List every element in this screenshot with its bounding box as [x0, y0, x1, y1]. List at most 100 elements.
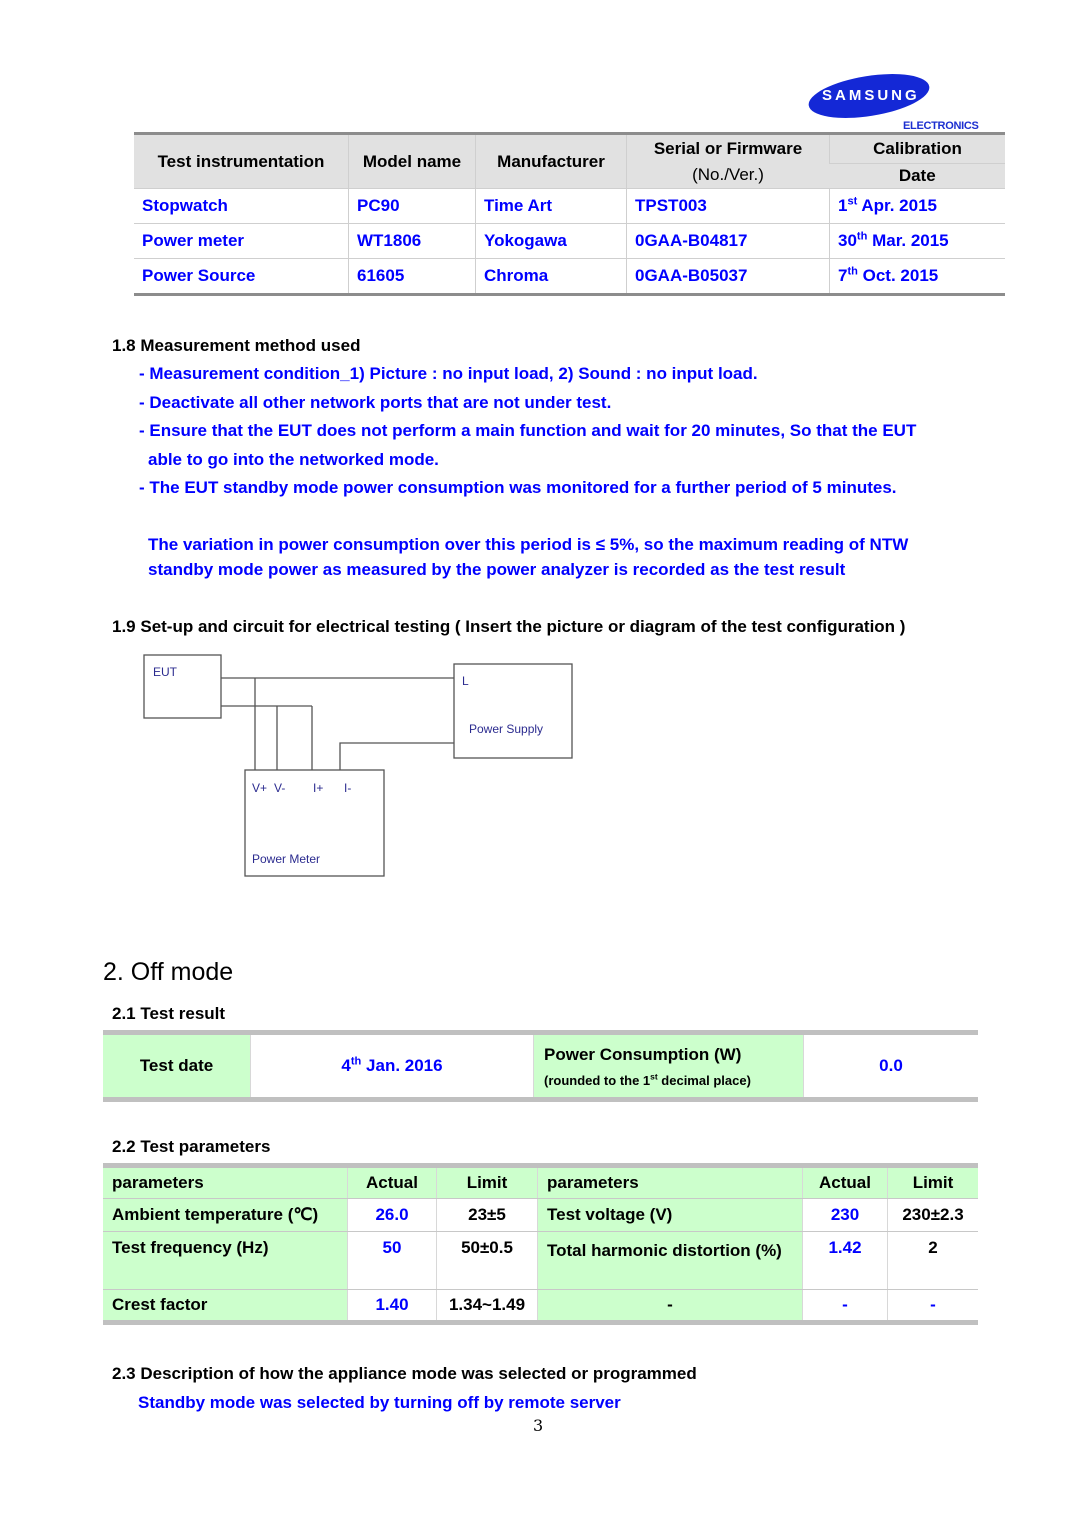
- power-consumption-value: 0.0: [803, 1032, 978, 1100]
- terminal-v-minus: V-: [274, 781, 285, 795]
- instrument-header-row: Test instrumentation Model name Manufact…: [134, 133, 1005, 189]
- param-limit: 230±2.3: [887, 1198, 978, 1232]
- header-manufacturer: Manufacturer: [475, 133, 627, 189]
- method-bullet: - Measurement condition_1) Picture : no …: [139, 364, 758, 383]
- power-meter-label: Power Meter: [252, 852, 320, 866]
- param-limit: 23±5: [436, 1198, 538, 1232]
- param-actual: -: [802, 1289, 888, 1323]
- cal-rest: Apr. 2015: [857, 196, 937, 215]
- section-2-2-heading: 2.2 Test parameters: [112, 1137, 271, 1156]
- test-parameters-table: parameters Actual Limit parameters Actua…: [103, 1163, 978, 1325]
- cal-suffix: st: [847, 195, 858, 208]
- cal-suffix: th: [847, 265, 858, 278]
- table-row: Power Source 61605 Chroma 0GAA-B05037 7t…: [134, 258, 1005, 295]
- param-actual: 230: [802, 1198, 888, 1232]
- rounding-note-sup: st: [650, 1071, 658, 1082]
- cell-calibration-date: 7th Oct. 2015: [829, 258, 1005, 295]
- cell-manufacturer: Chroma: [475, 258, 627, 295]
- params-header-row: parameters Actual Limit parameters Actua…: [103, 1165, 978, 1199]
- param-name: Test voltage (V): [537, 1198, 803, 1232]
- terminal-i-minus: I-: [344, 781, 351, 795]
- power-supply-label: Power Supply: [469, 722, 543, 736]
- table-row: Test frequency (Hz) 50 50±0.5 Total harm…: [103, 1231, 978, 1290]
- logo-subtitle: ELECTRONICS: [903, 120, 979, 132]
- rounding-note: (rounded to the 1st decimal place): [544, 1071, 802, 1088]
- test-date-label: Test date: [103, 1032, 251, 1100]
- param-name: -: [537, 1289, 803, 1323]
- header-limit: Limit: [887, 1165, 978, 1199]
- param-limit: 1.34~1.49: [436, 1289, 538, 1323]
- cal-day: 30: [838, 231, 857, 250]
- header-calibration: Calibration: [829, 133, 1005, 164]
- section-2-3-heading: 2.3 Description of how the appliance mod…: [112, 1364, 697, 1383]
- section-1-9-heading: 1.9 Set-up and circuit for electrical te…: [112, 617, 906, 636]
- eut-label: EUT: [153, 665, 178, 679]
- cell-model: PC90: [348, 188, 476, 224]
- header-serial-line2: (No./Ver.): [692, 164, 764, 184]
- cell-model: WT1806: [348, 223, 476, 259]
- param-limit: 2: [887, 1231, 978, 1290]
- header-serial: Serial or Firmware (No./Ver.): [626, 133, 830, 189]
- supply-terminal-label: L: [462, 674, 469, 688]
- table-row: Crest factor 1.40 1.34~1.49 - - -: [103, 1289, 978, 1323]
- table-row: Stopwatch PC90 Time Art TPST003 1st Apr.…: [134, 188, 1005, 224]
- header-manufacturer-label: Manufacturer: [497, 151, 605, 171]
- mode-selection-description: Standby mode was selected by turning off…: [138, 1393, 621, 1412]
- param-actual: 1.40: [347, 1289, 437, 1323]
- cal-rest: Oct. 2015: [857, 266, 939, 285]
- method-bullet-continuation: able to go into the networked mode.: [148, 450, 439, 469]
- header-date: Date: [829, 163, 1005, 189]
- date-rest: Jan. 2016: [361, 1056, 443, 1075]
- cell-calibration-date: 1st Apr. 2015: [829, 188, 1005, 224]
- result-row: Test date 4th Jan. 2016 Power Consumptio…: [103, 1032, 978, 1100]
- date-day: 4: [341, 1056, 351, 1075]
- param-limit: -: [887, 1289, 978, 1323]
- header-actual: Actual: [802, 1165, 888, 1199]
- header-model: Model name: [348, 133, 476, 189]
- param-name: Total harmonic distortion (%): [537, 1231, 803, 1290]
- param-limit: 50±0.5: [436, 1231, 538, 1290]
- rounding-note-pre: (rounded to the 1: [544, 1072, 651, 1088]
- power-consumption-label-cell: Power Consumption (W) (rounded to the 1s…: [533, 1032, 804, 1100]
- cell-instrument: Power Source: [142, 266, 256, 285]
- samsung-logo: SAMSUNG ELECTRONICS: [805, 66, 983, 134]
- rounding-note-post: decimal place): [657, 1072, 751, 1088]
- cell-model: 61605: [348, 258, 476, 295]
- wire-i-minus-to-supply: [339, 742, 454, 770]
- terminal-v-plus: V+: [252, 781, 267, 795]
- method-bullet: - Ensure that the EUT does not perform a…: [139, 421, 917, 440]
- test-configuration-diagram: EUT L Power Supply V+ V- I+ I- Power Met…: [143, 654, 573, 877]
- cell-manufacturer: Time Art: [475, 188, 627, 224]
- cell-instrument: Power meter: [134, 223, 349, 259]
- header-serial-line1: Serial or Firmware: [653, 138, 803, 158]
- section-1-8-heading: 1.8 Measurement method used: [112, 336, 361, 355]
- header-parameters: parameters: [103, 1165, 348, 1199]
- param-actual: 26.0: [347, 1198, 437, 1232]
- cell-serial: 0GAA-B04817: [626, 223, 830, 259]
- table-row: Ambient temperature (℃) 26.0 23±5 Test v…: [103, 1198, 978, 1232]
- terminal-i-plus: I+: [313, 781, 323, 795]
- cell-serial: TPST003: [626, 188, 830, 224]
- section-2-1-heading: 2.1 Test result: [112, 1004, 226, 1023]
- param-actual: 1.42: [802, 1231, 888, 1290]
- power-supply-box: [453, 663, 573, 759]
- cell-serial: 0GAA-B05037: [626, 258, 830, 295]
- param-name: Ambient temperature (℃): [103, 1198, 348, 1232]
- instrument-table: Test instrumentation Model name Manufact…: [134, 132, 1005, 296]
- variation-note-line1: The variation in power consumption over …: [148, 535, 909, 554]
- page-number: 3: [533, 1416, 544, 1435]
- method-bullet: - The EUT standby mode power consumption…: [139, 478, 897, 497]
- header-parameters: parameters: [537, 1165, 803, 1199]
- cell-calibration-date: 30th Mar. 2015: [829, 223, 1005, 259]
- header-actual: Actual: [347, 1165, 437, 1199]
- param-actual: 50: [347, 1231, 437, 1290]
- logo-wordmark: SAMSUNG: [822, 87, 920, 104]
- test-result-table: Test date 4th Jan. 2016 Power Consumptio…: [103, 1030, 978, 1102]
- test-date-value: 4th Jan. 2016: [250, 1032, 534, 1100]
- cal-rest: Mar. 2015: [867, 231, 949, 250]
- section-2-title: 2. Off mode: [103, 958, 234, 986]
- param-name: Crest factor: [103, 1289, 348, 1323]
- table-row: Power meter WT1806 Yokogawa 0GAA-B04817 …: [134, 223, 1005, 259]
- date-suffix: th: [350, 1055, 362, 1068]
- cell-manufacturer: Yokogawa: [475, 223, 627, 259]
